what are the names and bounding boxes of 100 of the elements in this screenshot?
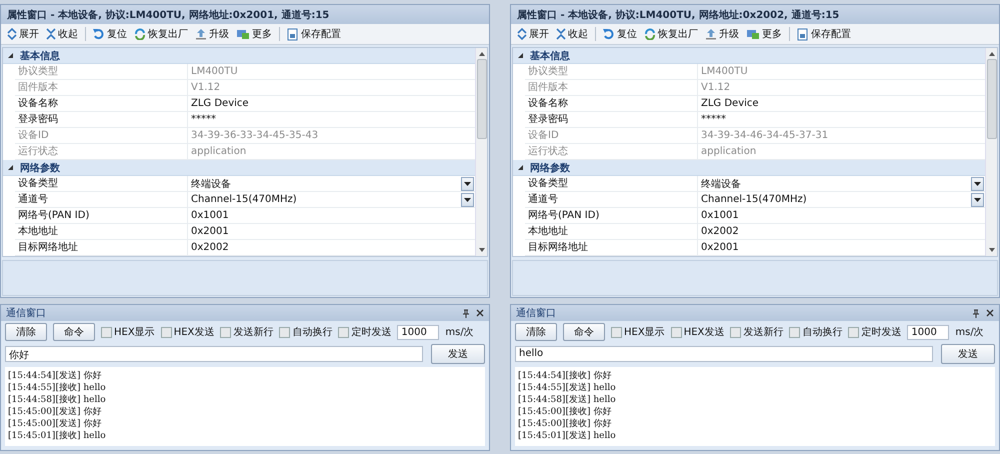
toolbar-button[interactable]: 保存配置 xyxy=(795,25,853,43)
checkbox-option[interactable]: 发送新行 xyxy=(220,325,274,339)
refresh-icon xyxy=(134,28,146,40)
toolbar-button[interactable]: 复位 xyxy=(601,25,639,43)
property-value[interactable]: 0x1001 xyxy=(701,210,739,221)
interval-field[interactable]: 1000 xyxy=(907,324,950,340)
checkbox-option[interactable]: 定时发送 xyxy=(848,325,902,339)
toolbar-button[interactable]: 展开 xyxy=(515,25,551,43)
property-value[interactable]: 0x2002 xyxy=(191,242,229,253)
toolbar-button[interactable]: 命令 xyxy=(53,323,95,341)
collapse-triangle-icon[interactable] xyxy=(7,164,14,171)
checkbox[interactable] xyxy=(160,326,172,338)
close-icon[interactable] xyxy=(476,308,484,316)
toolbar-button[interactable]: 收起 xyxy=(44,25,80,43)
property-value[interactable]: ***** xyxy=(701,114,726,125)
toolbar-button[interactable]: 清除 xyxy=(515,323,557,341)
property-value[interactable]: ***** xyxy=(191,114,216,125)
checkbox-option[interactable]: 定时发送 xyxy=(338,325,392,339)
panel-title: 通信窗口 xyxy=(6,306,46,320)
property-value[interactable]: 终端设备 xyxy=(701,176,741,190)
dropdown-button[interactable] xyxy=(971,176,984,190)
toolbar-button[interactable]: 升级 xyxy=(703,25,741,43)
collapse-icon xyxy=(556,28,566,40)
windows-icon xyxy=(236,28,250,40)
property-value[interactable]: ZLG Device xyxy=(191,98,249,109)
scrollbar[interactable] xyxy=(475,48,487,256)
collapse-triangle-icon[interactable] xyxy=(7,52,14,59)
property-value[interactable]: 0x2001 xyxy=(191,226,229,237)
checkbox[interactable] xyxy=(338,326,350,338)
scrollbar[interactable] xyxy=(985,48,997,256)
toolbar-button[interactable]: 更多 xyxy=(744,25,784,43)
checkbox[interactable] xyxy=(279,326,290,338)
checkbox-option[interactable]: HEX发送 xyxy=(670,325,724,339)
toolbar-button[interactable]: 升级 xyxy=(193,25,231,43)
scroll-down-icon[interactable] xyxy=(988,247,996,253)
dropdown-button[interactable] xyxy=(971,192,984,206)
pin-icon[interactable] xyxy=(972,308,980,318)
category-title: 网络参数 xyxy=(20,162,60,174)
toolbar-button[interactable]: 保存配置 xyxy=(285,25,343,43)
checkbox[interactable] xyxy=(101,326,112,338)
property-label: 设备ID xyxy=(525,128,698,143)
toolbar-button[interactable]: 清除 xyxy=(5,323,47,341)
property-value[interactable]: 终端设备 xyxy=(191,176,231,190)
checkbox[interactable] xyxy=(848,326,860,338)
checkbox-option[interactable]: 自动换行 xyxy=(789,325,842,339)
checkbox-option[interactable]: 自动换行 xyxy=(279,325,332,339)
close-icon[interactable] xyxy=(986,308,994,316)
property-label: 目标网络地址 xyxy=(525,240,698,255)
property-value[interactable]: Channel-15(470MHz) xyxy=(701,194,807,205)
send-button[interactable]: 发送 xyxy=(941,344,995,364)
undo-icon xyxy=(603,28,615,40)
category-title: 网络参数 xyxy=(530,162,570,174)
property-label: 固件版本 xyxy=(15,80,188,95)
property-label: 设备ID xyxy=(15,128,188,143)
unit-label: ms/次 xyxy=(955,326,984,339)
toolbar-button[interactable]: 恢复出厂 xyxy=(642,25,700,43)
checkbox-option[interactable]: HEX显示 xyxy=(101,325,155,339)
checkbox[interactable] xyxy=(789,326,800,338)
checkbox-option[interactable]: 发送新行 xyxy=(730,325,784,339)
toolbar-button[interactable]: 命令 xyxy=(563,323,605,341)
property-value[interactable]: 0x2001 xyxy=(701,242,739,253)
property-label: 登录密码 xyxy=(525,112,698,127)
property-value[interactable]: Channel-15(470MHz) xyxy=(191,194,297,205)
message-input[interactable]: hello xyxy=(515,346,933,362)
checkbox[interactable] xyxy=(220,326,232,338)
property-label: 本地地址 xyxy=(15,224,188,239)
toolbar-button[interactable]: 更多 xyxy=(234,25,274,43)
checkbox[interactable] xyxy=(611,326,622,338)
toolbar-button[interactable]: 收起 xyxy=(554,25,590,43)
log-line: [15:44:58][发送] hello xyxy=(518,394,617,406)
property-value[interactable]: ZLG Device xyxy=(701,98,759,109)
toolbar-button[interactable]: 复位 xyxy=(91,25,129,43)
toolbar-button[interactable]: 恢复出厂 xyxy=(132,25,190,43)
refresh-icon xyxy=(644,28,656,40)
dropdown-button[interactable] xyxy=(461,176,474,190)
toolbar-button[interactable]: 展开 xyxy=(5,25,41,43)
checkbox-option[interactable]: HEX显示 xyxy=(611,325,665,339)
collapse-triangle-icon[interactable] xyxy=(517,164,524,171)
scroll-down-icon[interactable] xyxy=(478,247,486,253)
property-label: 协议类型 xyxy=(15,64,188,79)
log-line: [15:45:00][发送] 你好 xyxy=(8,406,102,418)
property-label: 本地地址 xyxy=(525,224,698,239)
checkbox-option[interactable]: HEX发送 xyxy=(160,325,214,339)
panel-title: 属性窗口 - 本地设备, 协议:LM400TU, 网络地址:0x2001, 通道号:15 xyxy=(1,5,489,24)
checkbox[interactable] xyxy=(670,326,682,338)
collapse-triangle-icon[interactable] xyxy=(517,52,524,59)
message-input[interactable]: 你好 xyxy=(5,346,423,362)
upload-icon xyxy=(705,28,717,40)
dropdown-button[interactable] xyxy=(461,192,474,206)
property-value[interactable]: 0x1001 xyxy=(191,210,229,221)
interval-field[interactable]: 1000 xyxy=(397,324,440,340)
send-button[interactable]: 发送 xyxy=(431,344,485,364)
scroll-up-icon[interactable] xyxy=(988,51,996,57)
scroll-up-icon[interactable] xyxy=(478,51,486,57)
pin-icon[interactable] xyxy=(462,308,470,318)
category-title: 基本信息 xyxy=(20,50,60,62)
checkbox[interactable] xyxy=(730,326,742,338)
property-value[interactable]: 0x2002 xyxy=(701,226,739,237)
property-label: 设备类型 xyxy=(525,176,698,191)
property-label: 运行状态 xyxy=(525,144,698,159)
